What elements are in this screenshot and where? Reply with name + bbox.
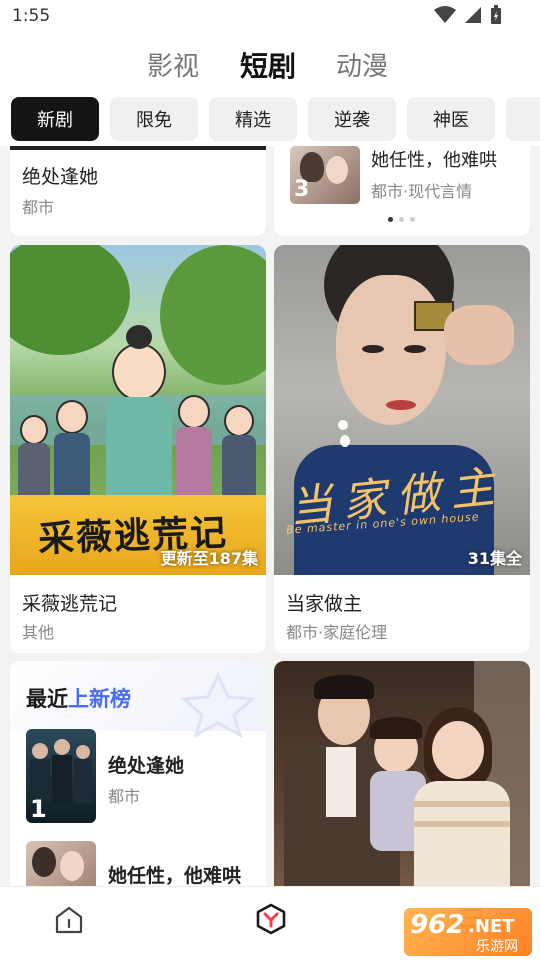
- ranking-thumbnail: 1: [26, 729, 96, 823]
- poster-strip: [10, 146, 266, 150]
- watermark-suffix: .NET: [468, 916, 515, 937]
- chip-selected[interactable]: 精选: [209, 97, 297, 141]
- tab-anime[interactable]: 动漫: [336, 46, 388, 83]
- episode-badge: 31集全: [467, 549, 522, 568]
- top-category-tabs: 影视 短剧 动漫: [0, 36, 540, 94]
- ranking-item-2[interactable]: 她任性，他难哄: [26, 841, 256, 886]
- drama-card-family[interactable]: [274, 661, 530, 886]
- ranking-title: 最近上新榜: [26, 687, 131, 711]
- drama-poster: [274, 661, 530, 886]
- drama-card-top-left[interactable]: 绝处逢她 都市: [10, 146, 266, 236]
- drama-title: 她任性，他难哄: [371, 150, 497, 171]
- rank-number: 3: [294, 177, 310, 202]
- home-icon[interactable]: [54, 905, 84, 935]
- drama-genre: 都市: [22, 198, 55, 217]
- tab-movies[interactable]: 影视: [147, 46, 199, 83]
- drama-title: 当家做主: [286, 593, 363, 615]
- short-drama-icon[interactable]: [255, 903, 287, 935]
- star-decoration-icon: [180, 671, 256, 737]
- drama-card-caiwei[interactable]: 采薇逃荒记 更新至187集 采薇逃荒记 其他: [10, 245, 266, 653]
- bottom-navigation: 962 .NET 乐游网: [0, 886, 540, 960]
- battery-icon: [491, 5, 501, 24]
- rank-number: 1: [30, 795, 47, 823]
- drama-poster: 采薇逃荒记 更新至187集: [10, 245, 266, 575]
- carousel-dots: [388, 217, 415, 222]
- ranking-item-1[interactable]: 1 绝处逢她 都市: [26, 729, 256, 825]
- ranking-item-genre: 都市: [108, 787, 141, 806]
- signal-icon: [465, 7, 481, 23]
- drama-card-top-right[interactable]: 3 她任性，他难哄 都市·现代言情: [274, 146, 530, 236]
- filter-chips: 新剧 限免 精选 逆袭 神医 甜: [0, 94, 540, 146]
- chip-comeback[interactable]: 逆袭: [308, 97, 396, 141]
- ranking-item-title: 她任性，他难哄: [108, 865, 242, 886]
- chip-new[interactable]: 新剧: [11, 97, 99, 141]
- drama-genre: 都市·现代言情: [371, 182, 473, 201]
- chip-sweet[interactable]: 甜: [506, 97, 540, 141]
- drama-genre: 其他: [22, 623, 55, 642]
- drama-title: 采薇逃荒记: [22, 593, 118, 615]
- content-feed: 绝处逢她 都市 3 她任性，他难哄 都市·现代言情 采薇逃荒记 更新至187集 …: [0, 146, 540, 886]
- status-bar: 1:55: [0, 0, 540, 36]
- episode-badge: 更新至187集: [160, 549, 258, 568]
- drama-poster: 当家做主 Be master in one's own house 31集全: [274, 245, 530, 575]
- tab-short-drama[interactable]: 短剧: [238, 45, 299, 85]
- ranking-thumbnail: [26, 841, 96, 886]
- drama-title: 绝处逢她: [22, 166, 99, 188]
- status-time: 1:55: [12, 6, 51, 26]
- drama-genre: 都市·家庭伦理: [286, 623, 388, 642]
- status-icons: [434, 5, 502, 25]
- chip-free[interactable]: 限免: [110, 97, 198, 141]
- ranking-item-title: 绝处逢她: [108, 755, 185, 777]
- chip-doctor[interactable]: 神医: [407, 97, 495, 141]
- site-watermark: 962 .NET 乐游网: [404, 908, 532, 956]
- recent-new-ranking-card[interactable]: 最近上新榜 1 绝处逢她 都市 她任性，他难哄: [10, 661, 266, 886]
- drama-card-dangjia[interactable]: 当家做主 Be master in one's own house 31集全 当…: [274, 245, 530, 653]
- drama-thumbnail: 3: [290, 146, 360, 204]
- watermark-logo: 962: [410, 910, 465, 940]
- wifi-icon: [434, 6, 456, 23]
- watermark-name: 乐游网: [476, 939, 518, 955]
